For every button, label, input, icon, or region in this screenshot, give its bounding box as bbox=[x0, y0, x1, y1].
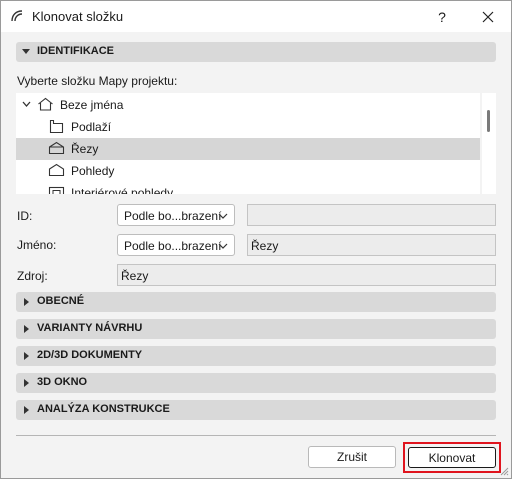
elevation-icon bbox=[48, 163, 65, 177]
chevron-right-icon bbox=[24, 298, 29, 306]
dialog-content: IDENTIFIKACE Vyberte složku Mapy projekt… bbox=[1, 32, 511, 478]
field-value: Řezy bbox=[251, 239, 279, 253]
chevron-down-icon bbox=[218, 243, 228, 249]
tree-item-sections[interactable]: Řezy bbox=[16, 138, 480, 160]
scrollbar-thumb[interactable] bbox=[487, 110, 490, 132]
section-label: ANALÝZA KONSTRUKCE bbox=[37, 403, 170, 415]
section-2d3d-documents[interactable]: 2D/3D DOKUMENTY bbox=[16, 346, 496, 366]
tree-item-label: Podlaží bbox=[71, 120, 112, 134]
section-label: 3D OKNO bbox=[37, 376, 88, 388]
close-button[interactable] bbox=[471, 5, 505, 29]
select-value: Podle bo...brazení bbox=[124, 239, 222, 253]
name-field[interactable]: Řezy bbox=[247, 234, 496, 256]
id-source-select[interactable]: Podle bo...brazení bbox=[117, 204, 235, 226]
window-title: Klonovat složku bbox=[32, 9, 124, 24]
clone-button[interactable]: Klonovat bbox=[408, 447, 496, 468]
section-label: IDENTIFIKACE bbox=[37, 45, 114, 57]
section-general[interactable]: OBECNÉ bbox=[16, 292, 496, 312]
home-icon bbox=[38, 97, 53, 111]
tree-item-label: Beze jména bbox=[60, 98, 124, 112]
section-identification[interactable]: IDENTIFIKACE bbox=[16, 42, 496, 62]
resize-grip-icon[interactable] bbox=[500, 467, 509, 476]
chevron-right-icon bbox=[24, 352, 29, 360]
tree-item-label: Interiérové pohledy bbox=[71, 186, 174, 194]
tree-label: Vyberte složku Mapy projektu: bbox=[17, 74, 178, 88]
chevron-right-icon bbox=[24, 325, 29, 333]
cancel-button[interactable]: Zrušit bbox=[308, 446, 396, 468]
source-field: Řezy bbox=[117, 264, 496, 286]
floor-icon bbox=[49, 119, 64, 134]
tree-item-root[interactable]: Beze jména bbox=[16, 94, 480, 116]
tree-scrollbar[interactable] bbox=[482, 93, 496, 194]
chevron-right-icon bbox=[24, 406, 29, 414]
select-value: Podle bo...brazení bbox=[124, 209, 222, 223]
help-button[interactable]: ? bbox=[425, 5, 459, 29]
chevron-right-icon bbox=[24, 379, 29, 387]
section-label: OBECNÉ bbox=[37, 295, 85, 307]
section-label: 2D/3D DOKUMENTY bbox=[37, 349, 143, 361]
id-field[interactable] bbox=[247, 204, 496, 226]
section-structural-analysis[interactable]: ANALÝZA KONSTRUKCE bbox=[16, 400, 496, 420]
source-label: Zdroj: bbox=[17, 269, 48, 283]
project-map-tree[interactable]: Beze jména Podlaží Řezy Pohledy Interiér… bbox=[16, 93, 480, 194]
section-design-options[interactable]: VARIANTY NÁVRHU bbox=[16, 319, 496, 339]
section-3d-window[interactable]: 3D OKNO bbox=[16, 373, 496, 393]
clone-button-highlight: Klonovat bbox=[403, 442, 501, 473]
tree-item-floors[interactable]: Podlaží bbox=[16, 116, 480, 138]
id-label: ID: bbox=[17, 209, 33, 223]
field-value: Řezy bbox=[121, 269, 149, 283]
chevron-down-icon bbox=[218, 213, 228, 219]
tree-item-label: Řezy bbox=[71, 142, 99, 156]
app-icon bbox=[11, 10, 23, 22]
chevron-down-icon[interactable] bbox=[22, 101, 31, 108]
tree-item-elevations[interactable]: Pohledy bbox=[16, 160, 480, 182]
name-source-select[interactable]: Podle bo...brazení bbox=[117, 234, 235, 256]
clone-folder-dialog: Klonovat složku ? IDENTIFIKACE Vyberte s… bbox=[0, 0, 512, 479]
section-icon bbox=[48, 141, 65, 155]
chevron-down-icon bbox=[22, 49, 30, 54]
close-icon bbox=[482, 11, 494, 23]
footer-divider bbox=[16, 435, 496, 436]
interior-icon bbox=[48, 186, 65, 194]
tree-item-label: Pohledy bbox=[71, 164, 115, 178]
tree-item-interior[interactable]: Interiérové pohledy bbox=[16, 182, 480, 194]
title-bar: Klonovat složku ? bbox=[1, 1, 511, 32]
section-label: VARIANTY NÁVRHU bbox=[37, 322, 143, 334]
name-label: Jméno: bbox=[17, 238, 57, 252]
